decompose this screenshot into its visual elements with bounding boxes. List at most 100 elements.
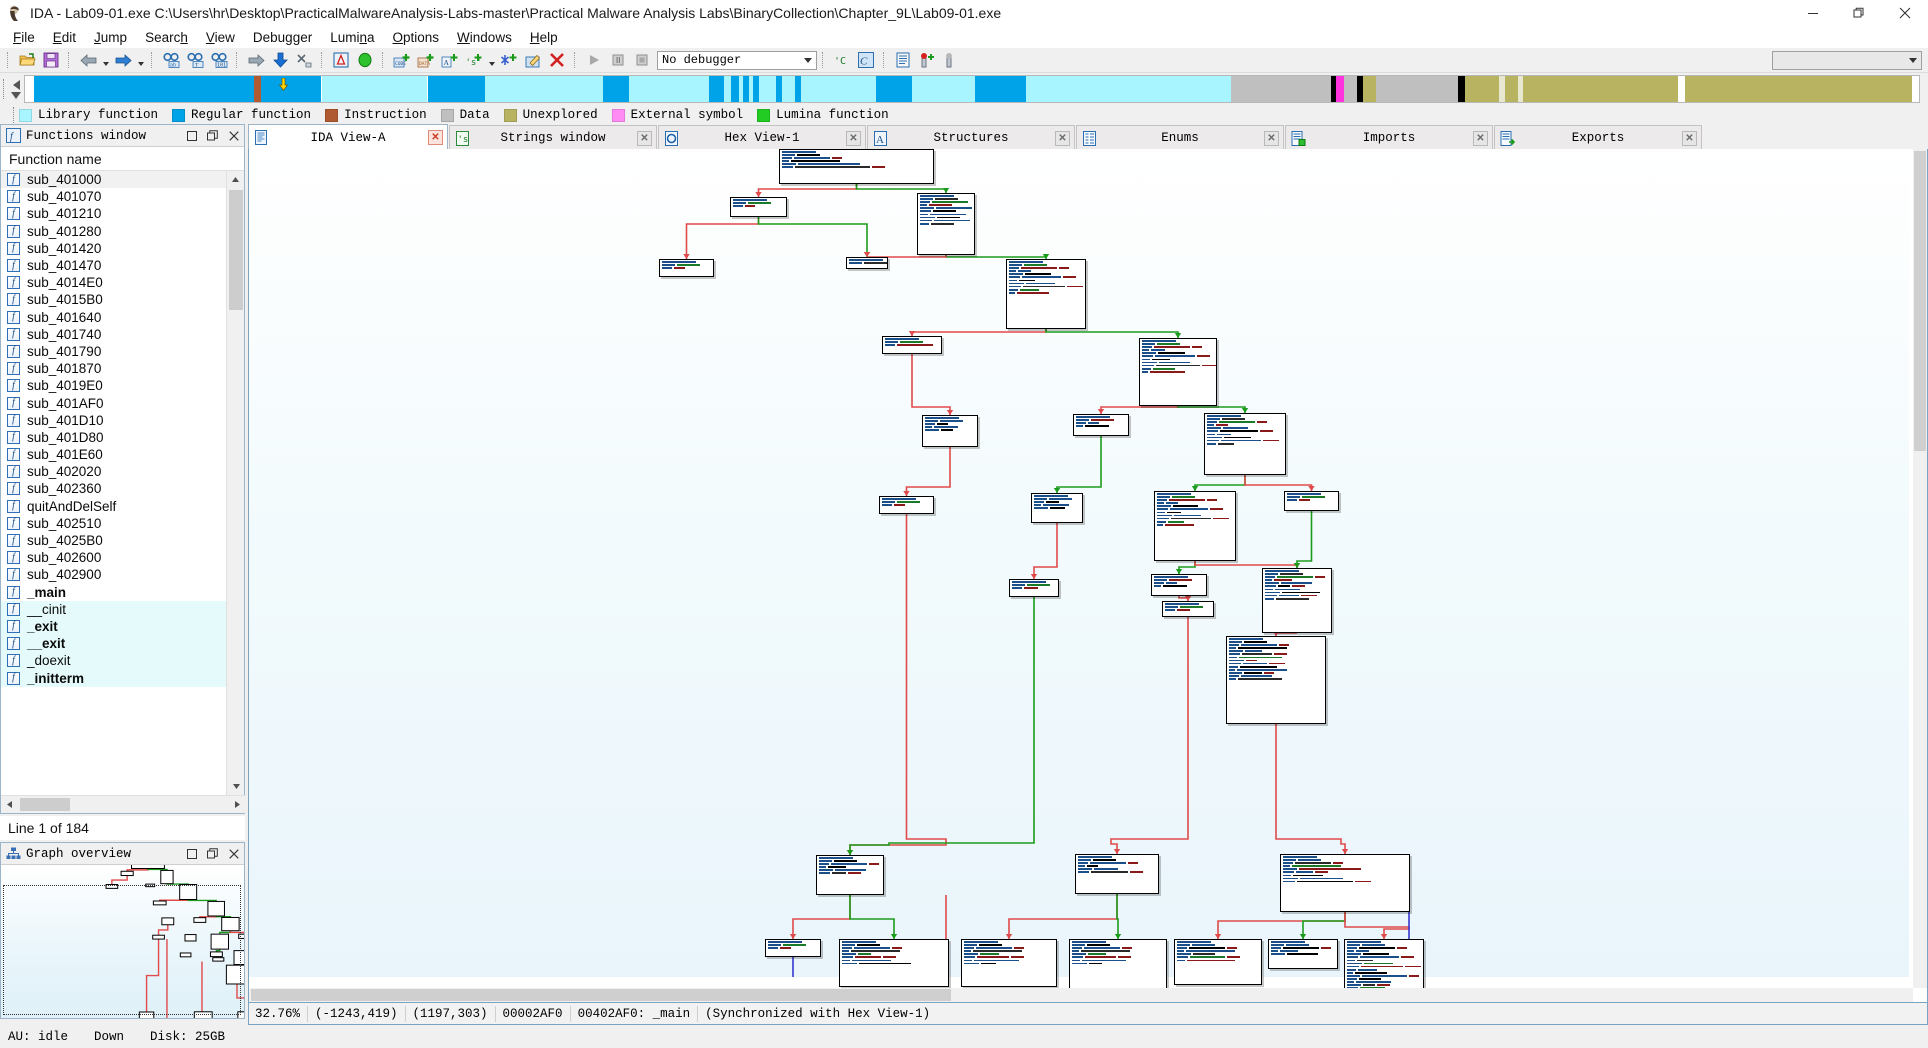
navigation-band[interactable] bbox=[0, 74, 1928, 104]
function-list-item[interactable]: f sub_401740 bbox=[1, 326, 228, 343]
tab-imports[interactable]: Imports ✕ bbox=[1285, 125, 1493, 150]
menu-lumina[interactable]: Lumina bbox=[321, 28, 383, 47]
tab-hex-view-1[interactable]: Hex View-1 ✕ bbox=[658, 125, 866, 150]
graph-basic-block[interactable] bbox=[779, 149, 934, 184]
function-list-item[interactable]: f sub_401640 bbox=[1, 309, 228, 326]
green-ellipse-icon[interactable] bbox=[354, 50, 376, 71]
view-tab-bar[interactable]: IDA View-A ✕ 's' Strings window ✕ Hex View-1 ✕… bbox=[248, 124, 1928, 150]
menu-edit[interactable]: Edit bbox=[44, 28, 85, 47]
make-data-icon[interactable]: DATA bbox=[415, 50, 437, 71]
tab-close-icon[interactable]: ✕ bbox=[637, 130, 652, 146]
function-list-item[interactable]: f sub_401000 bbox=[1, 171, 228, 189]
search-again-icon[interactable] bbox=[245, 50, 267, 71]
tab-close-icon[interactable]: ✕ bbox=[1264, 130, 1279, 146]
graph-basic-block[interactable] bbox=[1162, 601, 1214, 617]
graph-vertical-scrollbar[interactable] bbox=[1913, 149, 1927, 988]
make-struct-icon[interactable]: 's' bbox=[463, 50, 485, 71]
graph-basic-block[interactable] bbox=[922, 415, 978, 447]
scroll-right-icon[interactable] bbox=[229, 796, 246, 813]
stop-debugger-icon[interactable] bbox=[631, 50, 653, 71]
graph-overview-viewport-rect[interactable] bbox=[3, 885, 241, 1015]
graph-basic-block[interactable] bbox=[730, 197, 787, 217]
graph-basic-block[interactable] bbox=[1006, 259, 1086, 329]
tab-strings-window[interactable]: 's' Strings window ✕ bbox=[449, 125, 657, 150]
graph-basic-block[interactable] bbox=[1075, 854, 1159, 894]
function-list-item[interactable]: f sub_401790 bbox=[1, 343, 228, 360]
graph-basic-block[interactable] bbox=[1151, 574, 1207, 596]
function-list-item[interactable]: f _initterm bbox=[1, 669, 228, 687]
undefine-icon[interactable] bbox=[546, 50, 568, 71]
graph-basic-block[interactable] bbox=[816, 855, 884, 895]
functions-window-maximize-button[interactable] bbox=[181, 126, 202, 145]
functions-window-float-button[interactable] bbox=[202, 126, 223, 145]
list-structures-icon[interactable] bbox=[892, 50, 914, 71]
forward-arrow-icon[interactable] bbox=[112, 50, 134, 71]
menu-view[interactable]: View bbox=[197, 28, 244, 47]
scrollbar-thumb[interactable] bbox=[251, 989, 951, 1001]
navband-scroll-arrows[interactable] bbox=[8, 75, 24, 103]
make-code-icon[interactable]: CODE bbox=[391, 50, 413, 71]
tab-close-icon[interactable]: ✕ bbox=[1473, 130, 1488, 146]
graph-basic-block[interactable] bbox=[1031, 493, 1083, 523]
toolbar-right-select[interactable] bbox=[1772, 50, 1922, 70]
graph-basic-block[interactable] bbox=[1280, 854, 1410, 912]
tab-enums[interactable]: Enums ✕ bbox=[1076, 125, 1284, 150]
function-list-item[interactable]: f _main bbox=[1, 584, 228, 601]
function-list-item[interactable]: f sub_401070 bbox=[1, 188, 228, 205]
minimize-button[interactable] bbox=[1790, 0, 1836, 26]
function-list-item[interactable]: f sub_402900 bbox=[1, 566, 228, 583]
function-list-item[interactable]: f sub_401280 bbox=[1, 223, 228, 240]
scroll-down-icon[interactable] bbox=[227, 778, 245, 795]
function-list-item[interactable]: f sub_401AF0 bbox=[1, 394, 228, 411]
tab-ida-view-a[interactable]: IDA View-A ✕ bbox=[248, 124, 448, 150]
navband-cursor[interactable] bbox=[278, 78, 288, 91]
search-text-icon[interactable]: T bbox=[184, 50, 206, 71]
function-list-item[interactable]: f sub_402600 bbox=[1, 549, 228, 566]
graph-basic-block[interactable] bbox=[1174, 939, 1262, 985]
functions-window-close-button[interactable] bbox=[223, 126, 244, 145]
function-list-item[interactable]: f sub_401210 bbox=[1, 205, 228, 222]
function-list-item[interactable]: f __exit bbox=[1, 635, 228, 653]
search-code-icon[interactable]: ab bbox=[160, 50, 182, 71]
pause-debugger-icon[interactable] bbox=[607, 50, 629, 71]
jump-to-icon[interactable] bbox=[269, 50, 291, 71]
graph-basic-block[interactable] bbox=[1204, 413, 1286, 475]
function-list-item[interactable]: f sub_401D10 bbox=[1, 412, 228, 429]
functions-list-horizontal-scrollbar[interactable] bbox=[1, 795, 246, 813]
restore-button[interactable] bbox=[1836, 0, 1882, 26]
function-list-item[interactable]: f sub_4014E0 bbox=[1, 274, 228, 291]
menu-search[interactable]: Search bbox=[136, 28, 197, 47]
tab-structures[interactable]: A Structures ✕ bbox=[867, 125, 1075, 150]
tab-close-icon[interactable]: ✕ bbox=[1682, 130, 1697, 146]
graph-canvas[interactable] bbox=[249, 149, 1909, 1002]
menu-options[interactable]: Options bbox=[384, 28, 449, 47]
menu-debugger[interactable]: Debugger bbox=[244, 28, 321, 47]
tab-exports[interactable]: Exports ✕ bbox=[1494, 125, 1702, 150]
edit-function-icon[interactable] bbox=[522, 50, 544, 71]
function-list-item[interactable]: f _exit bbox=[1, 617, 228, 636]
debugger-select[interactable]: No debugger bbox=[657, 50, 817, 70]
graph-basic-block[interactable] bbox=[1069, 939, 1167, 989]
tab-close-icon[interactable]: ✕ bbox=[846, 130, 861, 146]
make-struct-dropdown-icon[interactable] bbox=[486, 50, 497, 71]
function-list-item[interactable]: f quitAndDelSelf bbox=[1, 498, 228, 515]
make-array-icon[interactable] bbox=[498, 50, 520, 71]
menu-help[interactable]: Help bbox=[521, 28, 567, 47]
ida-view-a-graph[interactable] bbox=[248, 149, 1928, 1003]
function-list-item[interactable]: f sub_402020 bbox=[1, 463, 228, 480]
function-list-item[interactable]: f sub_4025B0 bbox=[1, 532, 228, 549]
function-name-column-header[interactable]: Function name bbox=[1, 147, 244, 171]
make-ascii-icon[interactable]: A bbox=[439, 50, 461, 71]
graph-basic-block[interactable] bbox=[1262, 568, 1332, 633]
function-list-item[interactable]: f sub_401870 bbox=[1, 360, 228, 377]
forward-dropdown-icon[interactable] bbox=[135, 50, 146, 71]
function-list-item[interactable]: f _doexit bbox=[1, 652, 228, 670]
function-list-item[interactable]: f sub_401E60 bbox=[1, 446, 228, 463]
cross-reference-icon[interactable] bbox=[293, 50, 315, 71]
search-sequence-icon[interactable]: 101 bbox=[208, 50, 230, 71]
graph-basic-block[interactable] bbox=[839, 939, 949, 987]
graph-overview-close-button[interactable] bbox=[223, 844, 244, 863]
graph-basic-block[interactable] bbox=[1226, 636, 1326, 724]
graph-basic-block[interactable] bbox=[1268, 939, 1338, 969]
decompile-icon[interactable]: C bbox=[855, 50, 877, 71]
